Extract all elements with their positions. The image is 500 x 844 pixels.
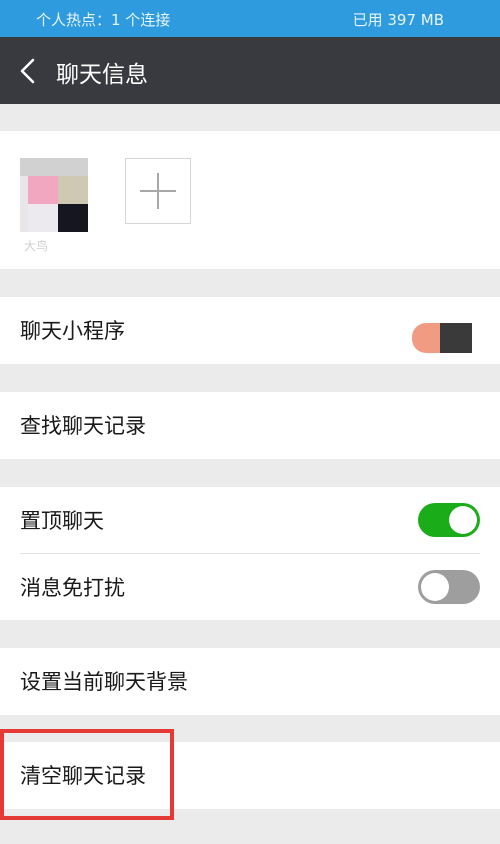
toggle-section: 置顶聊天 消息免打扰 <box>0 487 500 620</box>
mini-program-row[interactable]: 聊天小程序 <box>0 297 500 363</box>
mini-program-section: 聊天小程序 <box>0 297 500 364</box>
set-background-row[interactable]: 设置当前聊天背景 <box>0 648 500 714</box>
member-name: 大鸟 <box>24 239 49 253</box>
mini-program-label: 聊天小程序 <box>20 319 125 343</box>
members-section: 大鸟 <box>0 131 500 269</box>
search-history-row[interactable]: 查找聊天记录 <box>0 392 500 458</box>
chevron-left-icon[interactable] <box>18 58 38 84</box>
background-section: 设置当前聊天背景 <box>0 648 500 715</box>
pin-chat-toggle[interactable] <box>418 503 480 537</box>
add-member-button[interactable] <box>125 158 191 224</box>
toggle-knob <box>449 506 477 534</box>
hotspot-status: 个人热点：1 个连接 <box>36 11 171 29</box>
mute-label: 消息免打扰 <box>20 576 125 600</box>
member-avatar[interactable] <box>20 158 88 234</box>
mute-row: 消息免打扰 <box>0 554 500 620</box>
status-bar: 个人热点：1 个连接 已用 397 MB <box>0 0 500 37</box>
clear-section: 清空聊天记录 <box>0 742 500 809</box>
title-bar: 聊天信息 <box>0 37 500 104</box>
clear-history-label: 清空聊天记录 <box>20 764 146 788</box>
set-background-label: 设置当前聊天背景 <box>20 670 188 694</box>
clear-history-row[interactable]: 清空聊天记录 <box>0 742 500 808</box>
pin-chat-label: 置顶聊天 <box>20 509 104 533</box>
data-usage: 已用 397 MB <box>352 11 444 29</box>
page-title: 聊天信息 <box>56 62 148 88</box>
toggle-knob <box>421 573 449 601</box>
mini-program-thumbnail <box>412 323 472 353</box>
search-history-label: 查找聊天记录 <box>20 414 146 438</box>
pin-chat-row: 置顶聊天 <box>0 487 500 553</box>
mute-toggle[interactable] <box>418 570 480 604</box>
search-section: 查找聊天记录 <box>0 392 500 459</box>
